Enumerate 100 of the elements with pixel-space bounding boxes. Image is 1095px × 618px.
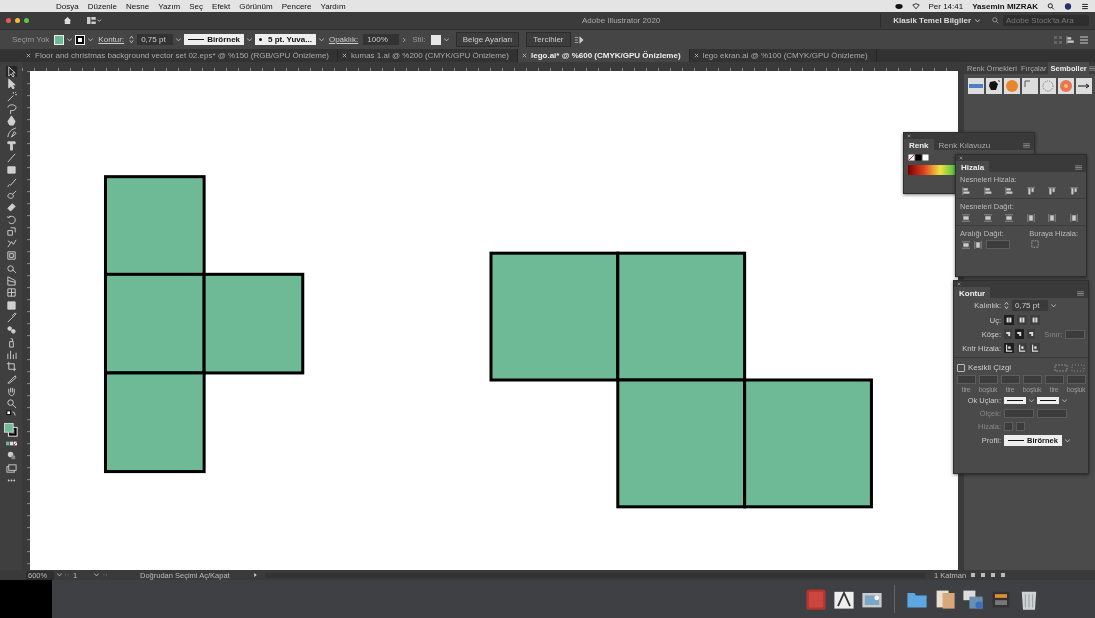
align-icon[interactable] [1069, 187, 1078, 195]
chevron-icon[interactable] [975, 18, 980, 23]
menu-item[interactable]: Düzenle [87, 1, 118, 11]
symbol-swatch[interactable] [1040, 78, 1056, 94]
dash-field[interactable] [1022, 375, 1042, 384]
arrange-icon[interactable] [573, 34, 584, 45]
dash-field[interactable] [978, 375, 998, 384]
close-window-icon[interactable] [6, 18, 11, 23]
close-icon[interactable] [907, 134, 911, 138]
cap-icon[interactable] [1017, 315, 1027, 325]
gradient-icon[interactable] [5, 299, 17, 311]
transform-icon[interactable] [5, 250, 17, 262]
brush-dropdown[interactable]: 5 pt. Yuva... [255, 34, 316, 45]
symbol-swatch[interactable] [968, 78, 984, 94]
color-swatches-icon[interactable] [908, 154, 930, 161]
hand-icon[interactable] [5, 385, 17, 397]
align-icon[interactable] [1048, 187, 1057, 195]
opacity-field[interactable]: 100% [363, 34, 400, 45]
eraser-icon[interactable] [5, 201, 17, 213]
stroke-swatch[interactable] [75, 34, 86, 45]
toolbar-button[interactable]: Belge Ayarları [455, 32, 520, 47]
chart-icon[interactable] [5, 348, 17, 360]
line-icon[interactable] [5, 152, 17, 164]
opacity-label[interactable]: Opaklık: [326, 35, 361, 44]
dash-field[interactable] [956, 375, 976, 384]
limit-field[interactable] [1065, 329, 1085, 339]
weight-field[interactable]: 0,75 pt [1012, 300, 1048, 311]
distribute-icon[interactable] [1026, 214, 1035, 222]
distribute-icon[interactable] [1048, 214, 1057, 222]
chevron-icon[interactable] [88, 37, 94, 42]
arrowhead-dropdown[interactable] [1004, 396, 1026, 405]
artboard-icon[interactable] [5, 361, 17, 373]
rotate-icon[interactable] [5, 213, 17, 225]
mesh-icon[interactable] [5, 287, 17, 299]
close-icon[interactable] [959, 156, 963, 160]
clock-text[interactable]: Per 14:41 [928, 1, 964, 11]
blend-icon[interactable] [5, 324, 17, 336]
distribute-icon[interactable] [962, 240, 970, 249]
distribute-icon[interactable] [974, 240, 982, 249]
home-icon[interactable] [63, 16, 72, 25]
layout-icon[interactable] [86, 17, 102, 24]
warp-icon[interactable] [5, 238, 17, 250]
menu-item[interactable]: Pencere [281, 1, 312, 11]
panel-tab[interactable]: Renk Kılavuzu [933, 139, 996, 150]
wand-icon[interactable] [5, 90, 17, 102]
siri-icon[interactable] [1064, 2, 1072, 10]
cap-icon[interactable] [1004, 315, 1014, 325]
pen-icon[interactable] [5, 115, 17, 127]
chevron-right-icon[interactable] [402, 37, 408, 42]
chevron-icon[interactable] [57, 573, 62, 577]
curve-pen-icon[interactable] [5, 127, 17, 139]
align-icon[interactable] [1026, 187, 1035, 195]
corner-icon[interactable] [1004, 329, 1013, 339]
chevron-icon[interactable] [1064, 438, 1070, 443]
list-icon[interactable] [1081, 2, 1089, 10]
outline-arrow-icon[interactable] [5, 66, 17, 77]
menu-item[interactable]: Efekt [212, 1, 231, 11]
stroke-align-icon[interactable] [1017, 343, 1027, 353]
dash-field[interactable] [1044, 375, 1064, 384]
corner-icon[interactable] [1026, 329, 1036, 339]
close-icon[interactable] [957, 282, 961, 286]
dashed-line-checkbox[interactable] [957, 363, 965, 372]
stroke-label[interactable]: Kontur: [96, 35, 127, 44]
solid-arrow-icon[interactable] [5, 78, 17, 90]
panel-title[interactable]: Kontur [954, 287, 991, 298]
eyedropper-icon[interactable] [5, 311, 17, 323]
symbol-swatch[interactable] [1058, 78, 1074, 94]
chevron-icon[interactable] [318, 37, 324, 42]
panel-tab[interactable]: Renk [904, 139, 934, 150]
menu-item[interactable]: Görünüm [239, 1, 273, 11]
stroke-weight-field[interactable]: 0,75 pt [137, 34, 174, 45]
stroke-profile-dropdown[interactable]: Birörnek [184, 34, 245, 45]
brush-icon[interactable] [5, 176, 17, 188]
search-field[interactable]: Adobe Stock'ta Ara [1003, 15, 1089, 26]
menu-item[interactable]: Nesne [126, 1, 150, 11]
stepper-icon[interactable] [129, 35, 135, 44]
symbol-swatch[interactable] [1076, 78, 1092, 94]
style-swatch[interactable] [430, 34, 441, 45]
arrowhead-dropdown[interactable] [1037, 396, 1059, 405]
eye-icon[interactable] [894, 2, 903, 10]
toolbar-button[interactable]: Tercihler [526, 32, 571, 47]
type-icon[interactable] [5, 139, 17, 151]
menu-item[interactable]: Yazım [158, 1, 181, 11]
align-icon[interactable] [1066, 34, 1076, 45]
close-icon[interactable] [693, 53, 699, 58]
align-icon[interactable] [1005, 187, 1014, 195]
draw-mode-icon[interactable] [5, 450, 17, 462]
fill-swatch[interactable] [54, 34, 65, 45]
stepper-icon[interactable] [1004, 301, 1009, 310]
dash-field[interactable] [1066, 375, 1086, 384]
corner-icon[interactable] [1015, 329, 1024, 339]
stroke-align-icon[interactable] [1030, 343, 1040, 353]
chevron-icon[interactable] [67, 37, 73, 42]
close-icon[interactable] [26, 53, 31, 58]
shape-builder-icon[interactable] [5, 262, 17, 274]
symbol-swatch[interactable] [1022, 78, 1038, 94]
menu-item[interactable]: Seç [189, 1, 204, 11]
distribute-icon[interactable] [983, 214, 992, 222]
workspace-switcher[interactable]: Klasik Temel Bilgiler [885, 16, 971, 25]
spacing-field[interactable] [986, 240, 1010, 249]
